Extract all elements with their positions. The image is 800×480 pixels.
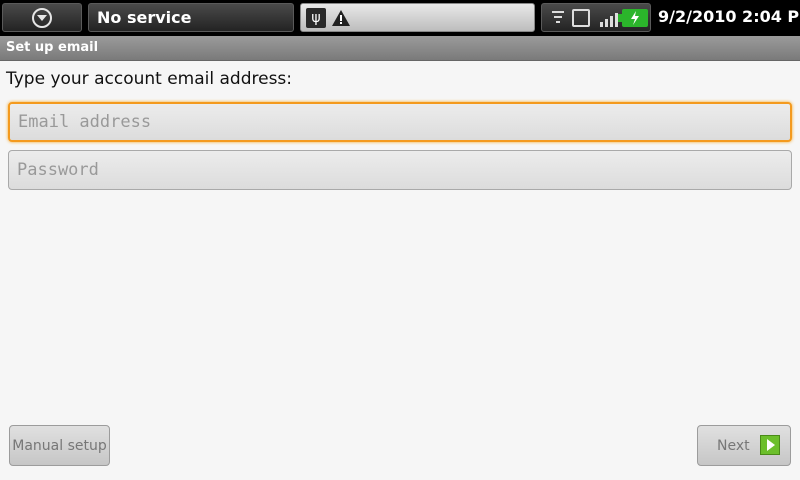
notification-area[interactable]: ψ xyxy=(300,3,535,32)
wifi-icon xyxy=(550,8,566,28)
system-icons xyxy=(541,3,651,32)
chevron-down-icon xyxy=(32,8,52,28)
status-bar: No service ψ 9/2/2010 2:04 PM xyxy=(0,0,800,36)
email-prompt: Type your account email address: xyxy=(6,69,293,89)
usb-icon: ψ xyxy=(306,8,326,28)
battery-charging-icon xyxy=(618,9,648,27)
email-input[interactable] xyxy=(10,104,790,140)
title-bar: Set up email xyxy=(0,36,800,61)
sdcard-icon xyxy=(572,9,590,27)
next-label: Next xyxy=(717,437,750,454)
next-button[interactable]: Next xyxy=(697,425,791,466)
password-field[interactable] xyxy=(8,150,792,190)
manual-setup-button[interactable]: Manual setup xyxy=(9,425,110,466)
clock: 9/2/2010 2:04 PM xyxy=(658,7,800,26)
notification-menu-button[interactable] xyxy=(2,3,82,32)
password-input[interactable] xyxy=(9,151,791,189)
warning-icon xyxy=(331,8,351,28)
signal-icon xyxy=(598,8,620,28)
email-field[interactable] xyxy=(8,102,792,142)
arrow-right-icon xyxy=(760,435,780,455)
manual-setup-label: Manual setup xyxy=(12,437,107,454)
carrier-area: No service xyxy=(88,3,294,32)
page-title: Set up email xyxy=(6,40,99,55)
carrier-label: No service xyxy=(97,8,192,27)
